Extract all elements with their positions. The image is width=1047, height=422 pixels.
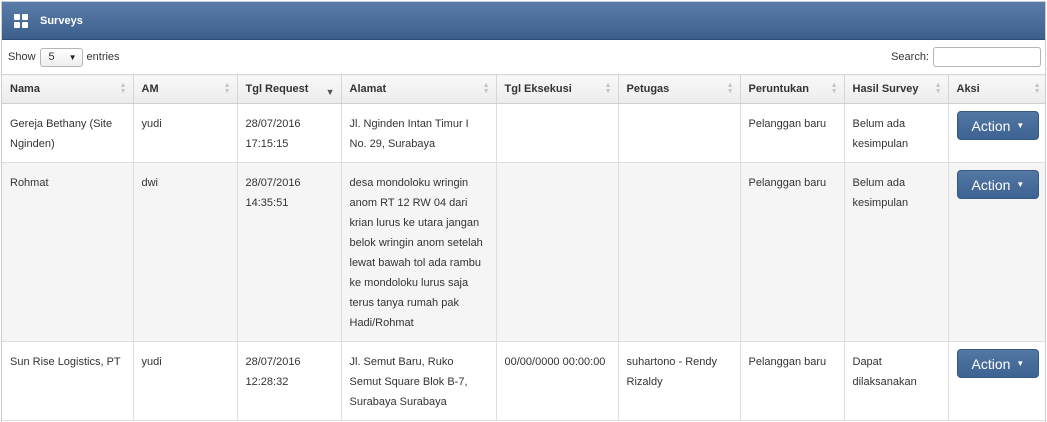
sort-icon: ▲ ▼ — [482, 82, 490, 95]
cell-peruntukan: Pelanggan baru — [740, 341, 845, 421]
cell-nama: Gereja Bethany (Site Nginden) — [2, 103, 134, 163]
sort-icon: ▲ ▼ — [604, 82, 612, 95]
grid-icon — [14, 13, 28, 28]
column-header-am[interactable]: AM ▲ ▼ — [133, 74, 238, 104]
panel-header: Surveys — [2, 2, 1045, 40]
sort-icon: ▲ ▼ — [934, 82, 942, 95]
caret-down-icon: ▼ — [1016, 358, 1025, 368]
action-button-label: Action — [971, 355, 1011, 372]
table-row: Rohmat dwi 28/07/2016 14:35:51 desa mond… — [2, 162, 1045, 342]
action-dropdown-button[interactable]: Action ▼ — [956, 349, 1040, 378]
cell-nama: Rohmat — [2, 162, 134, 342]
action-dropdown-button[interactable]: Action ▼ — [956, 170, 1040, 199]
cell-aksi: Action ▼ — [948, 103, 1045, 163]
entries-length-value: 5 — [48, 51, 55, 63]
entries-length-select[interactable]: 5 ▼ — [39, 47, 83, 67]
action-button-label: Action — [971, 117, 1011, 134]
column-header-nama[interactable]: Nama ▲ ▼ — [2, 74, 134, 104]
cell-alamat: desa mondoloku wringin anom RT 12 RW 04 … — [341, 162, 497, 342]
show-label: Show — [8, 51, 36, 63]
cell-hasil-survey: Belum ada kesimpulan — [844, 103, 949, 163]
table-toolbar: Show 5 ▼ entries Search: — [2, 40, 1045, 74]
sort-desc-icon: ▼ — [325, 87, 335, 97]
entries-label: entries — [86, 51, 120, 63]
surveys-panel: Surveys Show 5 ▼ entries Search: Nama ▲ ▼ … — [1, 1, 1046, 422]
cell-tgl-request: 28/07/2016 12:28:32 — [237, 341, 342, 421]
table-row: Sun Rise Logistics, PT yudi 28/07/2016 1… — [2, 341, 1045, 421]
cell-peruntukan: Pelanggan baru — [740, 162, 845, 342]
cell-tgl-eksekusi: 00/00/0000 00:00:00 — [496, 341, 619, 421]
search-input[interactable] — [933, 47, 1041, 67]
cell-alamat: Jl. Semut Baru, Ruko Semut Square Blok B… — [341, 341, 497, 421]
length-control: Show 5 ▼ entries — [8, 47, 120, 67]
cell-tgl-request: 28/07/2016 17:15:15 — [237, 103, 342, 163]
column-header-alamat[interactable]: Alamat ▲ ▼ — [341, 74, 497, 104]
cell-hasil-survey: Dapat dilaksanakan — [844, 341, 949, 421]
cell-tgl-eksekusi — [496, 103, 619, 163]
cell-am: yudi — [133, 103, 238, 163]
cell-hasil-survey: Belum ada kesimpulan — [844, 162, 949, 342]
action-button-label: Action — [971, 176, 1011, 193]
sort-icon: ▲ ▼ — [1033, 82, 1041, 95]
cell-nama: Sun Rise Logistics, PT — [2, 341, 134, 421]
cell-tgl-request: 28/07/2016 14:35:51 — [237, 162, 342, 342]
search-label: Search: — [891, 51, 929, 63]
table-header-row: Nama ▲ ▼ AM ▲ ▼ Tgl Request ▼ Alamat ▲ ▼ Tgl Ek… — [2, 74, 1045, 104]
caret-down-icon: ▼ — [1016, 179, 1025, 189]
sort-icon: ▲ ▼ — [223, 82, 231, 95]
table-row: Gereja Bethany (Site Nginden) yudi 28/07… — [2, 103, 1045, 163]
cell-am: yudi — [133, 341, 238, 421]
sort-icon: ▲ ▼ — [726, 82, 734, 95]
column-header-tgl-request[interactable]: Tgl Request ▼ — [237, 74, 342, 104]
search-control: Search: — [891, 47, 1041, 67]
cell-aksi: Action ▼ — [948, 341, 1045, 421]
cell-peruntukan: Pelanggan baru — [740, 103, 845, 163]
caret-down-icon: ▼ — [1016, 120, 1025, 130]
cell-am: dwi — [133, 162, 238, 342]
column-header-tgl-eksekusi[interactable]: Tgl Eksekusi ▲ ▼ — [496, 74, 619, 104]
cell-petugas: suhartono - Rendy Rizaldy — [618, 341, 741, 421]
cell-aksi: Action ▼ — [948, 162, 1045, 342]
surveys-table: Nama ▲ ▼ AM ▲ ▼ Tgl Request ▼ Alamat ▲ ▼ Tgl Ek… — [2, 74, 1045, 421]
cell-petugas — [618, 103, 741, 163]
cell-petugas — [618, 162, 741, 342]
chevron-down-icon: ▼ — [68, 52, 77, 62]
sort-icon: ▲ ▼ — [119, 82, 127, 95]
sort-icon: ▲ ▼ — [830, 82, 838, 95]
column-header-peruntukan[interactable]: Peruntukan ▲ ▼ — [740, 74, 845, 104]
column-header-hasil-survey[interactable]: Hasil Survey ▲ ▼ — [844, 74, 949, 104]
panel-title: Surveys — [40, 14, 83, 27]
cell-alamat: Jl. Nginden Intan Timur I No. 29, Suraba… — [341, 103, 497, 163]
action-dropdown-button[interactable]: Action ▼ — [956, 111, 1040, 140]
column-header-aksi[interactable]: Aksi ▲ ▼ — [948, 74, 1045, 104]
cell-tgl-eksekusi — [496, 162, 619, 342]
column-header-petugas[interactable]: Petugas ▲ ▼ — [618, 74, 741, 104]
